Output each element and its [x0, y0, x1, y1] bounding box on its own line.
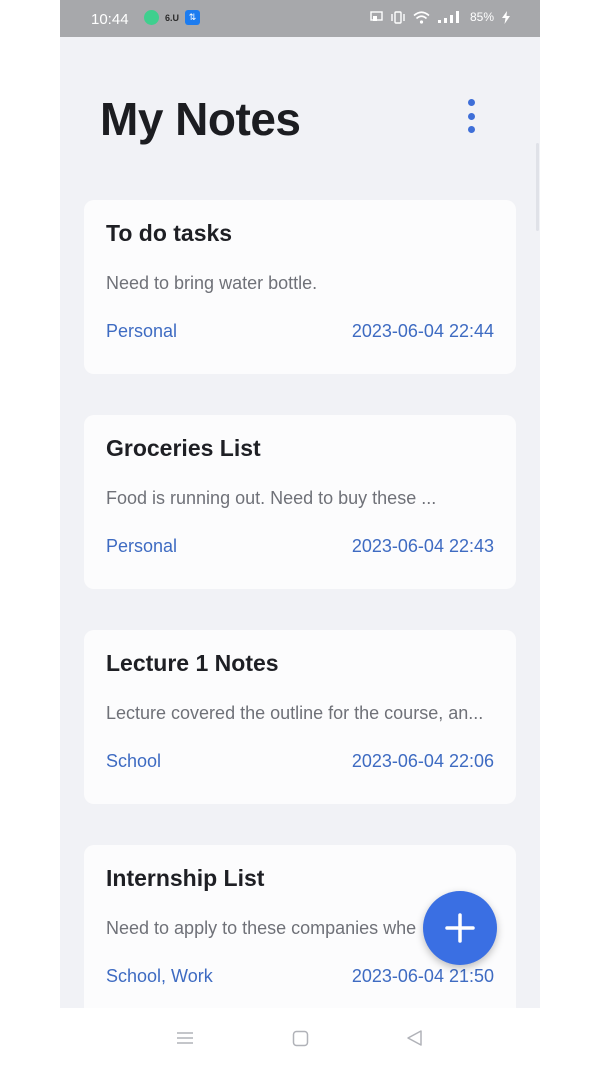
note-preview: Lecture covered the outline for the cour… — [106, 703, 484, 723]
back-button[interactable] — [403, 1028, 425, 1048]
note-preview: Need to bring water bottle. — [106, 273, 318, 293]
note-title: Lecture 1 Notes — [106, 650, 279, 676]
home-square-icon — [292, 1030, 308, 1046]
note-date: 2023-06-04 21:50 — [351, 966, 494, 986]
carrier-logo-icon: 6.U — [165, 12, 180, 23]
plus-icon — [445, 913, 475, 943]
note-date: 2023-06-04 22:06 — [351, 751, 494, 771]
page-title: My Notes — [100, 93, 301, 145]
usb-icon: ⇅ — [185, 10, 201, 25]
note-tags: Personal — [106, 321, 178, 341]
status-time: 10:44 — [91, 11, 129, 28]
back-triangle-icon — [406, 1030, 422, 1046]
status-right-icons: 85% — [370, 10, 510, 24]
note-date: 2023-06-04 22:43 — [351, 536, 494, 556]
status-bar: 10:44 6.U ⇅ 85% — [60, 0, 540, 37]
battery-percent: 85% — [469, 10, 494, 24]
menu-lines-icon — [177, 1032, 193, 1044]
more-options-button[interactable] — [461, 96, 481, 136]
wifi-icon — [413, 10, 430, 24]
note-card[interactable]: Groceries List Food is running out. Need… — [84, 415, 516, 589]
app-circle-icon — [144, 10, 159, 25]
signal-icon — [437, 11, 459, 23]
note-title: Internship List — [106, 865, 265, 891]
note-date: 2023-06-04 22:44 — [351, 321, 494, 341]
home-button[interactable] — [289, 1028, 311, 1048]
note-card[interactable]: To do tasks Need to bring water bottle. … — [84, 200, 516, 374]
note-tags: Personal — [106, 536, 178, 556]
add-note-button[interactable] — [423, 891, 497, 965]
note-tags: School — [106, 751, 162, 771]
charging-icon — [502, 10, 510, 24]
app-screen: 10:44 6.U ⇅ 85% My Notes To do tasks Nee… — [60, 0, 540, 1067]
more-vertical-icon — [467, 99, 475, 106]
note-title: To do tasks — [106, 220, 233, 246]
scroll-indicator[interactable] — [536, 143, 539, 231]
note-title: Groceries List — [106, 435, 261, 461]
note-tags: School, Work — [106, 966, 213, 986]
status-left-icons: 6.U ⇅ — [144, 10, 201, 25]
recent-apps-button[interactable] — [174, 1028, 196, 1048]
vibrate-icon — [391, 10, 405, 24]
system-nav-bar — [60, 1008, 540, 1067]
cast-icon — [370, 11, 383, 21]
note-card[interactable]: Lecture 1 Notes Lecture covered the outl… — [84, 630, 516, 804]
note-preview: Food is running out. Need to buy these .… — [106, 488, 437, 508]
